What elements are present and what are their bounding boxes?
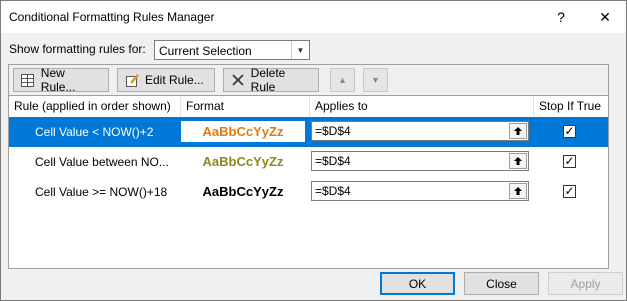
rules-manager-dialog: Conditional Formatting Rules Manager ? ✕… [0, 0, 627, 301]
rules-toolbar: New Rule... Edit Rule... Delete Rule ▲ ▼ [8, 64, 609, 96]
table-header: Rule (applied in order shown) Format App… [9, 96, 608, 118]
applies-to-field[interactable]: =$D$4 [311, 151, 529, 171]
stop-if-true-checkbox[interactable]: ✓ [563, 185, 576, 198]
edit-rule-button[interactable]: Edit Rule... [117, 68, 215, 92]
rule-description: Cell Value between NO... [35, 155, 169, 169]
edit-rule-icon [124, 72, 140, 88]
header-stop-if-true[interactable]: Stop If True [534, 96, 608, 117]
new-rule-button[interactable]: New Rule... [13, 66, 109, 94]
applies-to-value: =$D$4 [315, 184, 351, 198]
header-rule[interactable]: Rule (applied in order shown) [9, 96, 181, 117]
table-row[interactable]: Cell Value >= NOW()+18 AaBbCcYyZz =$D$4 … [9, 177, 608, 207]
dialog-title: Conditional Formatting Rules Manager [9, 10, 215, 24]
delete-x-icon [230, 72, 246, 88]
applies-to-value: =$D$4 [315, 124, 351, 138]
table-row[interactable]: Cell Value between NO... AaBbCcYyZz =$D$… [9, 147, 608, 177]
chevron-down-icon[interactable]: ▼ [291, 41, 309, 59]
show-rules-selected: Current Selection [159, 44, 252, 58]
help-button[interactable]: ? [541, 1, 581, 33]
stop-if-true-checkbox[interactable]: ✓ [563, 155, 576, 168]
table-row[interactable]: Cell Value < NOW()+2 AaBbCcYyZz =$D$4 ✓ [9, 117, 608, 147]
format-preview: AaBbCcYyZz [181, 181, 305, 202]
collapse-dialog-icon[interactable] [509, 123, 527, 139]
applies-to-value: =$D$4 [315, 154, 351, 168]
rule-description: Cell Value >= NOW()+18 [35, 185, 168, 199]
move-up-button[interactable]: ▲ [330, 68, 355, 92]
rules-table: Rule (applied in order shown) Format App… [8, 95, 609, 269]
close-button[interactable]: Close [464, 272, 539, 295]
show-rules-label: Show formatting rules for: [9, 42, 146, 56]
applies-to-field[interactable]: =$D$4 [311, 121, 529, 141]
new-rule-label: New Rule... [40, 66, 76, 94]
title-bar: Conditional Formatting Rules Manager ? ✕ [1, 1, 626, 33]
move-down-button[interactable]: ▼ [363, 68, 388, 92]
stop-if-true-checkbox[interactable]: ✓ [563, 125, 576, 138]
apply-button[interactable]: Apply [548, 272, 623, 295]
header-format[interactable]: Format [181, 96, 310, 117]
checkmark-icon: ✓ [564, 184, 575, 198]
applies-to-field[interactable]: =$D$4 [311, 181, 529, 201]
collapse-dialog-icon[interactable] [509, 183, 527, 199]
edit-rule-label: Edit Rule... [145, 73, 204, 87]
rule-description: Cell Value < NOW()+2 [35, 125, 154, 139]
delete-rule-label: Delete Rule [250, 66, 286, 94]
close-window-button[interactable]: ✕ [585, 1, 625, 33]
delete-rule-button[interactable]: Delete Rule [223, 66, 319, 94]
format-preview: AaBbCcYyZz [181, 151, 305, 172]
new-rule-icon [20, 72, 36, 88]
ok-button[interactable]: OK [380, 272, 455, 295]
show-rules-dropdown[interactable]: Current Selection ▼ [154, 40, 310, 60]
checkmark-icon: ✓ [564, 154, 575, 168]
collapse-dialog-icon[interactable] [509, 153, 527, 169]
header-applies-to[interactable]: Applies to [310, 96, 534, 117]
format-preview: AaBbCcYyZz [181, 121, 305, 142]
checkmark-icon: ✓ [564, 124, 575, 138]
